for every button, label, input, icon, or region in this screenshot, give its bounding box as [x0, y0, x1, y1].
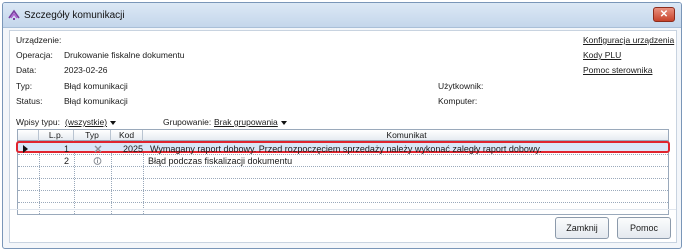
computer-label: Komputer: — [438, 96, 478, 106]
column-header-lp[interactable]: L.p. — [39, 130, 74, 141]
grouping-label: Grupowanie: — [163, 117, 212, 127]
close-button[interactable]: Zamknij — [555, 217, 609, 239]
operation-label: Operacja: — [16, 50, 53, 60]
grid-header: L.p. Typ Kod Komunikat — [18, 130, 668, 141]
row-code: 2025 — [122, 144, 143, 154]
driver-help-link[interactable]: Pomoc sterownika — [583, 65, 652, 75]
dropdown-caret-icon — [110, 120, 117, 125]
plu-codes-link[interactable]: Kody PLU — [583, 50, 621, 60]
app-icon — [8, 9, 20, 21]
row-message: Błąd podczas fiskalizacji dokumentu — [148, 156, 293, 166]
entry-types-value: (wszystkie) — [65, 117, 108, 127]
row-message: Wymagany raport dobowy. Przed rozpoczęci… — [150, 144, 542, 154]
table-row[interactable]: 2 Błąd podczas fiskalizacji dokumentu — [18, 155, 668, 167]
row-lp: 2 — [63, 156, 69, 166]
dropdown-caret-icon — [280, 120, 287, 125]
device-config-link[interactable]: Konfiguracja urządzenia — [583, 35, 674, 45]
column-header-message[interactable]: Komunikat — [143, 130, 670, 141]
title-bar: Szczegóły komunikacji ✕ — [3, 3, 681, 28]
client-area: Urządzenie: Operacja: Drukowanie fiskaln… — [9, 30, 677, 243]
status-value: Błąd komunikacji — [64, 96, 128, 106]
info-icon — [93, 155, 105, 167]
status-label: Status: — [16, 96, 43, 106]
row-indicator-header — [18, 130, 39, 141]
operation-value: Drukowanie fiskalne dokumentu — [64, 50, 185, 60]
grouping-dropdown[interactable]: Brak grupowania — [214, 117, 287, 127]
device-label: Urządzenie: — [16, 35, 62, 45]
current-row-indicator-icon — [23, 145, 28, 153]
error-x-icon — [94, 143, 106, 155]
type-value: Błąd komunikacji — [64, 81, 128, 91]
grid-line — [18, 178, 668, 179]
date-label: Data: — [16, 65, 37, 75]
column-header-code[interactable]: Kod — [111, 130, 143, 141]
date-value: 2023-02-26 — [64, 65, 108, 75]
entry-types-dropdown[interactable]: (wszystkie) — [65, 117, 117, 127]
divider — [10, 209, 676, 210]
row-lp: 1 — [63, 144, 69, 154]
help-button[interactable]: Pomoc — [617, 217, 671, 239]
dialog-window: Szczegóły komunikacji ✕ Urządzenie: Oper… — [2, 2, 682, 249]
grouping-value: Brak grupowania — [214, 117, 278, 127]
grid-line — [18, 202, 668, 203]
close-window-button[interactable]: ✕ — [653, 7, 675, 22]
row-code — [113, 155, 143, 167]
close-icon: ✕ — [659, 9, 669, 20]
window-title: Szczegóły komunikacji — [24, 10, 125, 21]
messages-grid[interactable]: L.p. Typ Kod Komunikat 1 2025 Wymagany r… — [16, 129, 670, 215]
grid-line — [18, 190, 668, 191]
column-header-type[interactable]: Typ — [74, 130, 111, 141]
table-row-selected[interactable]: 1 2025 Wymagany raport dobowy. Przed roz… — [16, 141, 670, 155]
type-label: Typ: — [16, 81, 33, 91]
user-label: Użytkownik: — [438, 81, 484, 91]
entry-types-label: Wpisy typu: — [16, 117, 60, 127]
